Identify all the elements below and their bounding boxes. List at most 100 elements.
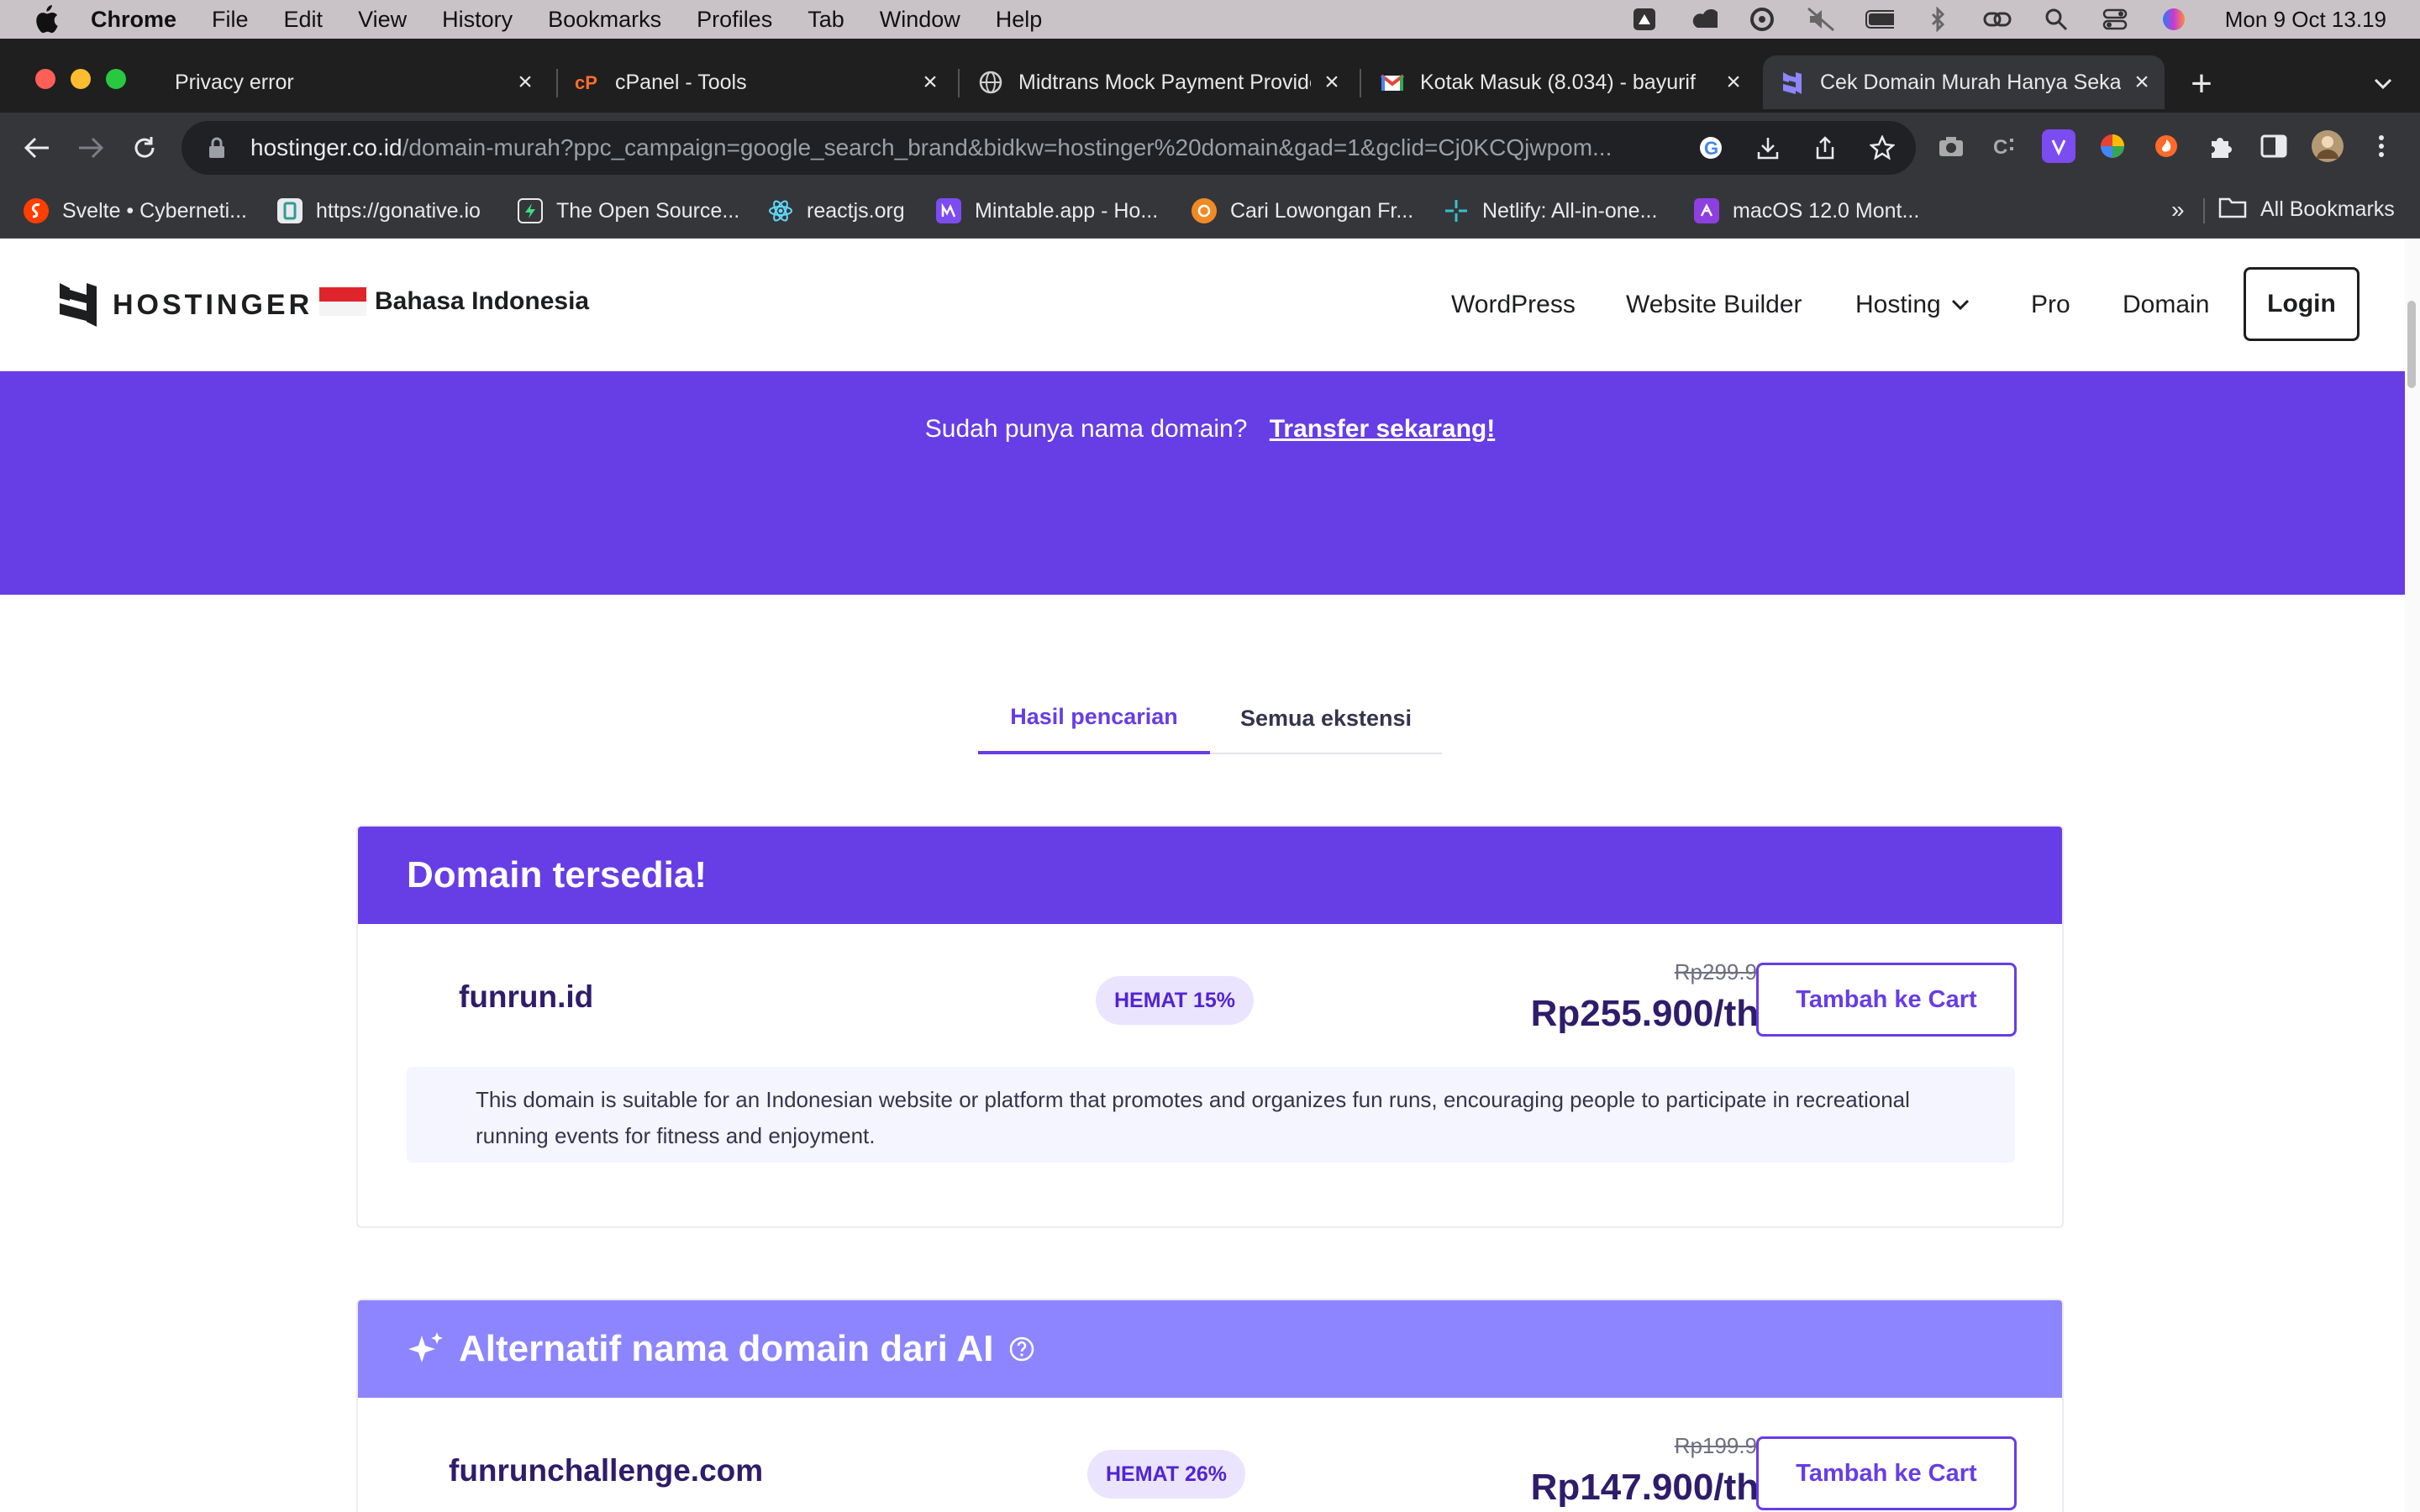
bookmark-netlify[interactable]: Netlify: All-in-one...: [1444, 195, 1657, 227]
menu-profiles[interactable]: Profiles: [697, 7, 772, 33]
transfer-banner-text: Sudah punya nama domain? Transfer sekara…: [0, 415, 2420, 444]
kebab-menu-icon[interactable]: [2365, 129, 2398, 163]
css-extension-icon[interactable]: C: [1988, 129, 2022, 163]
close-window-button[interactable]: [35, 69, 55, 89]
color-wheel-icon[interactable]: [2096, 129, 2129, 163]
folder-icon: [2218, 195, 2247, 224]
ai-alternatives-card: Alternatif nama domain dari AI funruncha…: [356, 1299, 2064, 1512]
share-icon[interactable]: [1808, 131, 1842, 165]
v-extension-icon[interactable]: [2042, 129, 2075, 163]
lock-icon[interactable]: [200, 131, 234, 165]
menu-history[interactable]: History: [442, 7, 513, 33]
result-tabs: Hasil pencarian Semua ekstensi: [978, 682, 1442, 754]
url-text[interactable]: hostinger.co.id/domain-murah?ppc_campaig…: [250, 134, 1704, 161]
close-icon[interactable]: ×: [513, 68, 538, 96]
add-to-cart-button[interactable]: Tambah ke Cart: [1756, 963, 2017, 1037]
puzzle-icon[interactable]: [2203, 129, 2237, 163]
menu-app-name[interactable]: Chrome: [91, 7, 176, 33]
drive-icon[interactable]: [1630, 7, 1659, 32]
bookmark-svelte[interactable]: Svelte • Cyberneti...: [24, 195, 247, 227]
bookmark-label: Netlify: All-in-one...: [1482, 198, 1658, 223]
control-center-icon[interactable]: [2101, 7, 2129, 32]
zoom-window-button[interactable]: [106, 69, 126, 89]
menu-view[interactable]: View: [358, 7, 407, 33]
menu-tab[interactable]: Tab: [808, 7, 844, 33]
install-icon[interactable]: [1751, 131, 1785, 165]
menu-edit[interactable]: Edit: [284, 7, 324, 33]
tab-cpanel[interactable]: cP cPanel - Tools ×: [565, 55, 951, 109]
close-icon[interactable]: ×: [2129, 68, 2154, 96]
ai-alternatives-header: Alternatif nama domain dari AI: [358, 1300, 2062, 1398]
bookmark-reactjs[interactable]: reactjs.org: [768, 195, 905, 227]
menu-bookmarks[interactable]: Bookmarks: [548, 7, 661, 33]
page-scrollbar-track[interactable]: [2405, 239, 2420, 1512]
back-button[interactable]: [17, 128, 57, 168]
hostinger-logo[interactable]: HOSTINGER: [59, 282, 313, 328]
menu-window[interactable]: Window: [880, 7, 960, 33]
react-icon: [768, 198, 793, 223]
discount-badge: HEMAT 15%: [1096, 976, 1255, 1025]
close-icon[interactable]: ×: [1319, 68, 1344, 96]
close-icon[interactable]: ×: [918, 68, 943, 96]
tab-privacy-error[interactable]: Privacy error ×: [156, 55, 546, 109]
gonative-icon: [277, 198, 302, 223]
extensions-bar: C: [1934, 129, 2398, 163]
battery-icon[interactable]: [1865, 7, 1894, 32]
new-tab-button[interactable]: +: [2185, 63, 2218, 104]
cloud-icon[interactable]: [1689, 7, 1718, 32]
bookmarks-bar: Svelte • Cyberneti... https://gonative.i…: [0, 183, 2420, 239]
menu-file[interactable]: File: [212, 7, 249, 33]
svg-text:G: G: [1704, 138, 1718, 159]
tab-midtrans[interactable]: Midtrans Mock Payment Provider ×: [966, 55, 1353, 109]
google-icon[interactable]: G: [1694, 131, 1728, 165]
bookmark-open-source[interactable]: The Open Source...: [518, 195, 739, 227]
close-icon[interactable]: ×: [1721, 68, 1746, 96]
sync-icon[interactable]: [1748, 7, 1776, 32]
all-bookmarks-button[interactable]: All Bookmarks: [2218, 195, 2395, 224]
tab-gmail[interactable]: Kotak Masuk (8.034) - bayurif ×: [1368, 55, 1754, 109]
nav-hosting[interactable]: Hosting: [1855, 291, 1971, 319]
siri-icon[interactable]: [2160, 7, 2188, 32]
forward-button[interactable]: [71, 128, 111, 168]
bookmark-gonative[interactable]: https://gonative.io: [277, 195, 481, 227]
hostinger-icon: [1780, 70, 1805, 95]
bookmark-macos[interactable]: macOS 12.0 Mont...: [1694, 195, 1919, 227]
transfer-now-link[interactable]: Transfer sekarang!: [1270, 415, 1495, 443]
profile-avatar[interactable]: [2311, 129, 2344, 163]
bluetooth-icon[interactable]: [1924, 7, 1953, 32]
chevron-down-icon[interactable]: [2368, 69, 2398, 99]
link-icon[interactable]: [1983, 7, 2012, 32]
mute-icon[interactable]: [1807, 7, 1835, 32]
discount-badge: HEMAT 26%: [1087, 1450, 1246, 1499]
menubar-clock[interactable]: Mon 9 Oct 13.19: [2225, 7, 2386, 33]
address-bar[interactable]: hostinger.co.id/domain-murah?ppc_campaig…: [182, 121, 1916, 175]
browser-toolbar: hostinger.co.id/domain-murah?ppc_campaig…: [0, 113, 2420, 183]
side-panel-icon[interactable]: [2257, 129, 2291, 163]
tab-search-results[interactable]: Hasil pencarian: [978, 682, 1210, 754]
bookmark-mintable[interactable]: Mintable.app - Ho...: [936, 195, 1158, 227]
menu-help[interactable]: Help: [996, 7, 1043, 33]
reload-button[interactable]: [124, 128, 165, 168]
camera-icon[interactable]: [1934, 129, 1968, 163]
help-icon[interactable]: [1008, 1336, 1035, 1362]
minimize-window-button[interactable]: [71, 69, 91, 89]
domain-result-row: funrun.id HEMAT 15% Rp299.900 Rp255.900/…: [358, 924, 2065, 1037]
macos-menubar: Chrome File Edit View History Bookmarks …: [0, 0, 2420, 39]
nav-wordpress[interactable]: WordPress: [1451, 291, 1576, 319]
bookmark-star-icon[interactable]: [1865, 131, 1899, 165]
available-domain-card: Domain tersedia! funrun.id HEMAT 15% Rp2…: [356, 825, 2064, 1228]
page-scrollbar-thumb[interactable]: [2407, 301, 2416, 388]
nav-pro[interactable]: Pro: [2031, 291, 2070, 319]
apple-icon[interactable]: [30, 3, 62, 35]
tab-hostinger-active[interactable]: Cek Domain Murah Hanya Sekarang ×: [1763, 55, 2165, 109]
spotlight-icon[interactable]: [2042, 7, 2070, 32]
add-to-cart-button[interactable]: Tambah ke Cart: [1756, 1436, 2017, 1510]
nav-domain[interactable]: Domain: [2123, 291, 2209, 319]
bookmarks-overflow-button[interactable]: »: [2171, 197, 2185, 223]
tab-all-extensions[interactable]: Semua ekstensi: [1210, 682, 1442, 754]
fire-extension-icon[interactable]: [2149, 129, 2183, 163]
login-button[interactable]: Login: [2244, 267, 2360, 341]
nav-website-builder[interactable]: Website Builder: [1626, 291, 1802, 319]
language-selector[interactable]: Bahasa Indonesia: [319, 287, 589, 316]
bookmark-lowongan[interactable]: Cari Lowongan Fr...: [1192, 195, 1413, 227]
